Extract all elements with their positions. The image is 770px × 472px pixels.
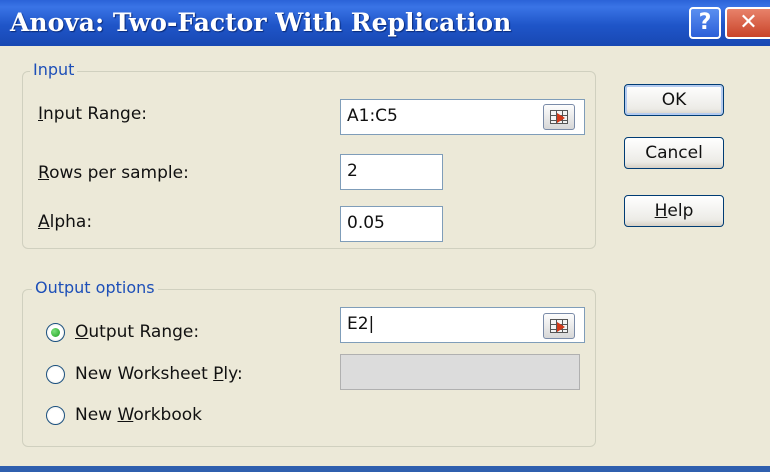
alpha-field[interactable]: 0.05 [340, 206, 443, 242]
alpha-label: Alpha: [38, 212, 93, 232]
alpha-value: 0.05 [347, 213, 385, 233]
input-group-legend: Input [30, 60, 78, 79]
range-selector-icon[interactable] [543, 104, 575, 130]
new-workbook-radio[interactable] [46, 406, 65, 425]
cancel-button[interactable]: Cancel [624, 137, 724, 169]
help-icon[interactable]: ? [689, 7, 721, 39]
input-group [22, 71, 596, 249]
ok-button[interactable]: OK [624, 84, 724, 116]
rows-per-sample-value: 2 [347, 161, 358, 181]
dialog-title: Anova: Two-Factor With Replication [10, 8, 512, 37]
output-options-legend: Output options [32, 278, 158, 297]
window-bottom-border [0, 466, 770, 472]
output-range-radio[interactable] [46, 323, 65, 342]
input-range-label: Input Range: [38, 104, 148, 124]
output-range-label[interactable]: Output Range: [75, 322, 199, 342]
rows-per-sample-field[interactable]: 2 [340, 154, 443, 190]
title-bar[interactable]: Anova: Two-Factor With Replication ? ✕ [0, 0, 770, 46]
new-worksheet-ply-label[interactable]: New Worksheet Ply: [75, 364, 243, 384]
selected-dot-icon [51, 328, 60, 337]
input-range-value: A1:C5 [347, 106, 398, 126]
output-range-value: E2| [347, 314, 375, 334]
close-icon[interactable]: ✕ [725, 7, 770, 39]
new-workbook-label[interactable]: New Workbook [75, 405, 202, 425]
help-button[interactable]: Help [624, 195, 724, 227]
rows-per-sample-label: Rows per sample: [38, 163, 189, 183]
new-worksheet-ply-radio[interactable] [46, 365, 65, 384]
new-worksheet-ply-field[interactable] [340, 354, 580, 390]
anova-dialog: Anova: Two-Factor With Replication ? ✕ I… [0, 0, 770, 472]
range-selector-icon[interactable] [543, 313, 575, 339]
